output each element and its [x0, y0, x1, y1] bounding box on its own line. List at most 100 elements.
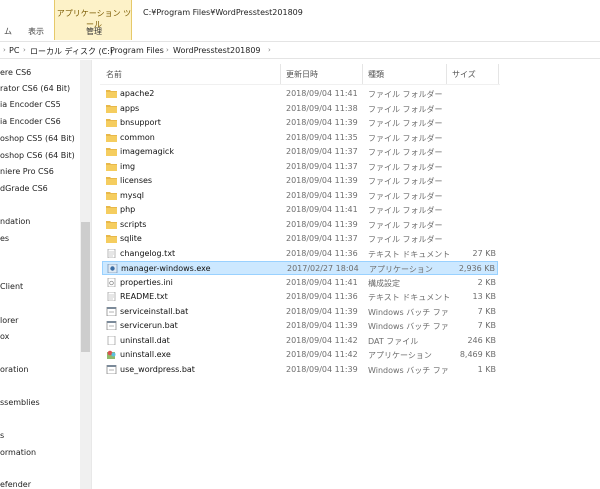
column-header-date[interactable]: 更新日時 — [286, 69, 318, 80]
file-row[interactable]: apache2 2018/09/04 11:41 ファイル フォルダー — [102, 87, 498, 101]
column-divider[interactable] — [280, 64, 281, 84]
column-divider[interactable] — [498, 64, 499, 84]
file-row[interactable]: mysql 2018/09/04 11:39 ファイル フォルダー — [102, 189, 498, 203]
file-size: 7 KB — [477, 321, 496, 330]
tab-manage[interactable]: 管理 — [55, 26, 133, 37]
file-name: uninstall.dat — [120, 335, 170, 345]
file-row[interactable]: servicerun.bat 2018/09/04 11:39 Windows バッ… — [102, 319, 498, 333]
file-row[interactable]: imagemagick 2018/09/04 11:37 ファイル フォルダー — [102, 145, 498, 159]
file-type: アプリケーション — [369, 265, 433, 274]
file-date: 2018/09/04 11:39 — [286, 364, 358, 374]
file-type: アプリケーション — [368, 351, 432, 360]
file-row[interactable]: licenses 2018/09/04 11:39 ファイル フォルダー — [102, 174, 498, 188]
file-name: mysql — [120, 190, 144, 200]
nav-item[interactable]: ere CS6 — [0, 68, 31, 77]
file-size: 1 KB — [477, 364, 496, 374]
file-row[interactable]: sqlite 2018/09/04 11:37 ファイル フォルダー — [102, 232, 498, 246]
file-name: servicerun.bat — [120, 321, 178, 330]
file-size: 27 KB — [472, 248, 496, 258]
breadcrumb-program-files[interactable]: Program Files — [110, 46, 164, 55]
file-type: テキスト ドキュメント — [368, 293, 451, 302]
file-type: ファイル フォルダー — [368, 220, 443, 230]
file-row[interactable]: serviceinstall.bat 2018/09/04 11:39 Window… — [102, 305, 498, 319]
column-divider[interactable] — [446, 64, 447, 84]
file-date: 2018/09/04 11:42 — [286, 335, 358, 345]
file-row[interactable]: img 2018/09/04 11:37 ファイル フォルダー — [102, 160, 498, 174]
file-type: Windows バッチ ファ — [368, 365, 449, 375]
file-row[interactable]: uninstall.dat 2018/09/04 11:42 DAT ファイル 246… — [102, 334, 498, 348]
file-name: sqlite — [120, 234, 142, 243]
breadcrumb-local-disk[interactable]: ローカル ディスク (C:) — [30, 46, 113, 57]
nav-item[interactable]: rator CS6 (64 Bit) — [0, 84, 70, 93]
nav-item[interactable]: ndation — [0, 217, 30, 226]
header-divider — [100, 84, 500, 85]
nav-item[interactable]: efender — [0, 480, 31, 489]
file-date: 2018/09/04 11:39 — [286, 118, 358, 127]
nav-item[interactable]: lorer — [0, 316, 18, 325]
nav-item[interactable]: ormation — [0, 448, 36, 457]
application-tools-context-group: アプリケーション ツール 管理 — [54, 0, 132, 40]
file-date: 2018/09/04 11:41 — [286, 205, 358, 214]
breadcrumb-current-folder[interactable]: WordPresstest201809 — [173, 46, 261, 55]
nav-item[interactable]: ssemblies — [0, 398, 40, 407]
chevron-right-icon: › — [103, 46, 106, 54]
nav-item[interactable]: es — [0, 234, 9, 243]
nav-item[interactable]: oshop CS6 (64 Bit) — [0, 151, 75, 160]
nav-item[interactable]: dGrade CS6 — [0, 184, 48, 193]
file-date: 2018/09/04 11:37 — [286, 161, 358, 171]
file-row[interactable]: use_wordpress.bat 2018/09/04 11:39 Windows… — [102, 363, 498, 377]
file-type: ファイル フォルダー — [368, 90, 443, 99]
column-header-type[interactable]: 種類 — [368, 69, 384, 80]
file-name: properties.ini — [120, 277, 173, 287]
nav-item[interactable]: niere Pro CS6 — [0, 167, 54, 176]
file-name: manager-windows.exe — [121, 264, 211, 273]
nav-item[interactable]: ia Encoder CS5 — [0, 100, 61, 109]
file-row[interactable]: README.txt 2018/09/04 11:36 テキスト ドキュメント 13 … — [102, 290, 498, 304]
file-type: ファイル フォルダー — [368, 162, 443, 172]
nav-item[interactable]: Client — [0, 282, 23, 291]
file-name: php — [120, 205, 136, 214]
nav-scrollbar-thumb[interactable] — [81, 222, 90, 352]
file-type: ファイル フォルダー — [368, 191, 443, 201]
file-size: 2,936 KB — [458, 264, 495, 273]
file-row[interactable]: manager-windows.exe 2017/02/27 18:04 アプリケー… — [102, 261, 498, 275]
nav-item[interactable]: oshop CS5 (64 Bit) — [0, 134, 75, 143]
file-name: changelog.txt — [120, 248, 176, 258]
file-name: common — [120, 132, 155, 142]
file-row[interactable]: properties.ini 2018/09/04 11:41 構成設定 2 KB — [102, 276, 498, 290]
file-name: img — [120, 161, 136, 171]
file-name: scripts — [120, 219, 147, 229]
file-row[interactable]: php 2018/09/04 11:41 ファイル フォルダー — [102, 203, 498, 217]
nav-item[interactable]: ox — [0, 332, 9, 341]
file-size: 246 KB — [467, 335, 496, 345]
file-type: ファイル フォルダー — [368, 235, 443, 244]
column-divider[interactable] — [362, 64, 363, 84]
file-type: テキスト ドキュメント — [368, 249, 451, 259]
nav-item[interactable]: s — [0, 431, 4, 440]
file-name: use_wordpress.bat — [120, 364, 195, 374]
file-row[interactable]: scripts 2018/09/04 11:39 ファイル フォルダー — [102, 218, 498, 232]
file-date: 2018/09/04 11:41 — [286, 89, 358, 98]
tab-view[interactable]: 表示 — [28, 26, 44, 37]
file-row[interactable]: apps 2018/09/04 11:38 ファイル フォルダー — [102, 102, 498, 116]
column-header-name[interactable]: 名前 — [106, 69, 122, 80]
file-row[interactable]: common 2018/09/04 11:35 ファイル フォルダー — [102, 131, 498, 145]
file-row[interactable]: changelog.txt 2018/09/04 11:36 テキスト ドキュメント… — [102, 247, 498, 261]
nav-item[interactable]: oration — [0, 365, 28, 374]
file-row[interactable]: uninstall.exe 2018/09/04 11:42 アプリケーション 8,4… — [102, 348, 498, 362]
file-size: 13 KB — [472, 292, 496, 301]
file-date: 2018/09/04 11:39 — [286, 176, 358, 185]
file-type: DAT ファイル — [368, 336, 419, 346]
column-header-size[interactable]: サイズ — [452, 69, 476, 80]
address-bar[interactable]: › PC › ローカル ディスク (C:) › Program Files › … — [0, 41, 600, 59]
file-row[interactable]: bnsupport 2018/09/04 11:39 ファイル フォルダー — [102, 116, 498, 130]
nav-item[interactable]: ia Encoder CS6 — [0, 117, 61, 126]
file-name: apache2 — [120, 89, 155, 98]
window-title: C:¥Program Files¥WordPresstest201809 — [143, 8, 303, 17]
file-name: imagemagick — [120, 147, 174, 156]
file-type: Windows バッチ ファ — [368, 307, 449, 317]
breadcrumb-pc[interactable]: PC — [9, 46, 19, 55]
file-date: 2018/09/04 11:36 — [286, 292, 358, 301]
file-date: 2018/09/04 11:38 — [286, 103, 358, 113]
tab-home[interactable]: ム — [4, 26, 12, 37]
